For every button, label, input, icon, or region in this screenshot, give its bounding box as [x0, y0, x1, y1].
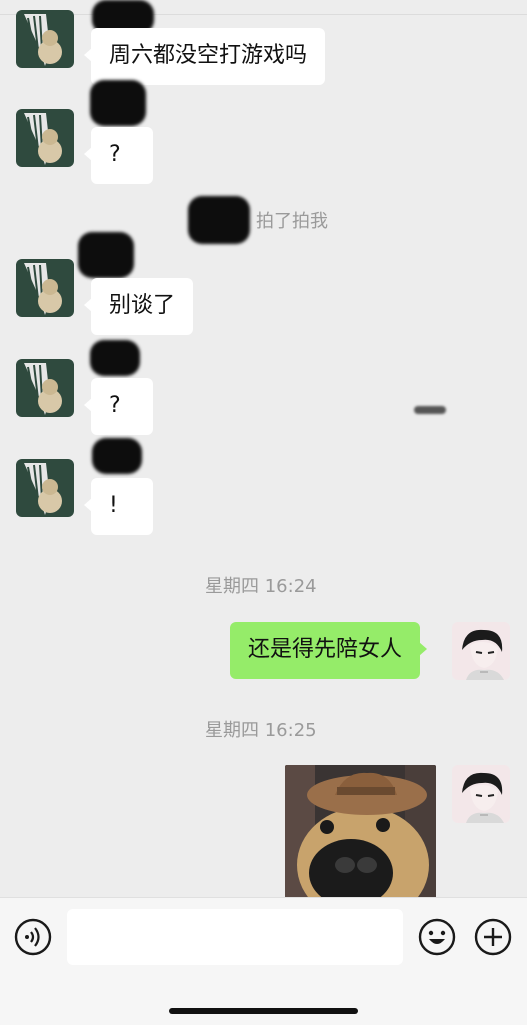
redaction-mark: [414, 406, 446, 414]
contact-avatar[interactable]: [16, 10, 74, 68]
voice-icon[interactable]: [14, 918, 52, 956]
contact-avatar[interactable]: [16, 259, 74, 317]
pat-notice: 拍了拍我: [256, 211, 328, 232]
message-bubble[interactable]: !: [84, 478, 153, 535]
message-text: 别谈了: [109, 293, 176, 318]
message-text: 还是得先陪女人: [248, 637, 403, 662]
message-bubble[interactable]: ?: [84, 378, 153, 435]
timestamp: 星期四 16:25: [205, 720, 317, 741]
message-bubble[interactable]: 周六都没空打游戏吗: [83, 28, 326, 85]
message-text: ?: [109, 142, 121, 167]
redacted-name: [90, 80, 146, 126]
my-avatar[interactable]: [452, 622, 510, 680]
redacted-name: [78, 232, 134, 278]
plus-icon[interactable]: [474, 918, 512, 956]
contact-avatar[interactable]: [16, 359, 74, 417]
message-bubble[interactable]: 别谈了: [83, 278, 194, 335]
timestamp: 星期四 16:24: [205, 576, 317, 597]
redacted-name: [188, 196, 250, 244]
my-avatar[interactable]: [452, 765, 510, 823]
redacted-name: [92, 438, 142, 474]
contact-avatar[interactable]: [16, 109, 74, 167]
message-text: 周六都没空打游戏吗: [109, 43, 308, 68]
emoji-icon[interactable]: [418, 918, 456, 956]
redacted-name: [90, 340, 140, 376]
home-indicator: [169, 1008, 358, 1014]
message-bubble[interactable]: ?: [84, 127, 153, 184]
sticker-image[interactable]: [285, 765, 436, 898]
message-text: ?: [109, 393, 121, 418]
message-text: !: [109, 493, 118, 518]
message-input[interactable]: [67, 909, 403, 965]
input-bar: [0, 897, 527, 1025]
header-divider: [0, 14, 527, 15]
my-message-bubble[interactable]: 还是得先陪女人: [230, 622, 428, 679]
contact-avatar[interactable]: [16, 459, 74, 517]
